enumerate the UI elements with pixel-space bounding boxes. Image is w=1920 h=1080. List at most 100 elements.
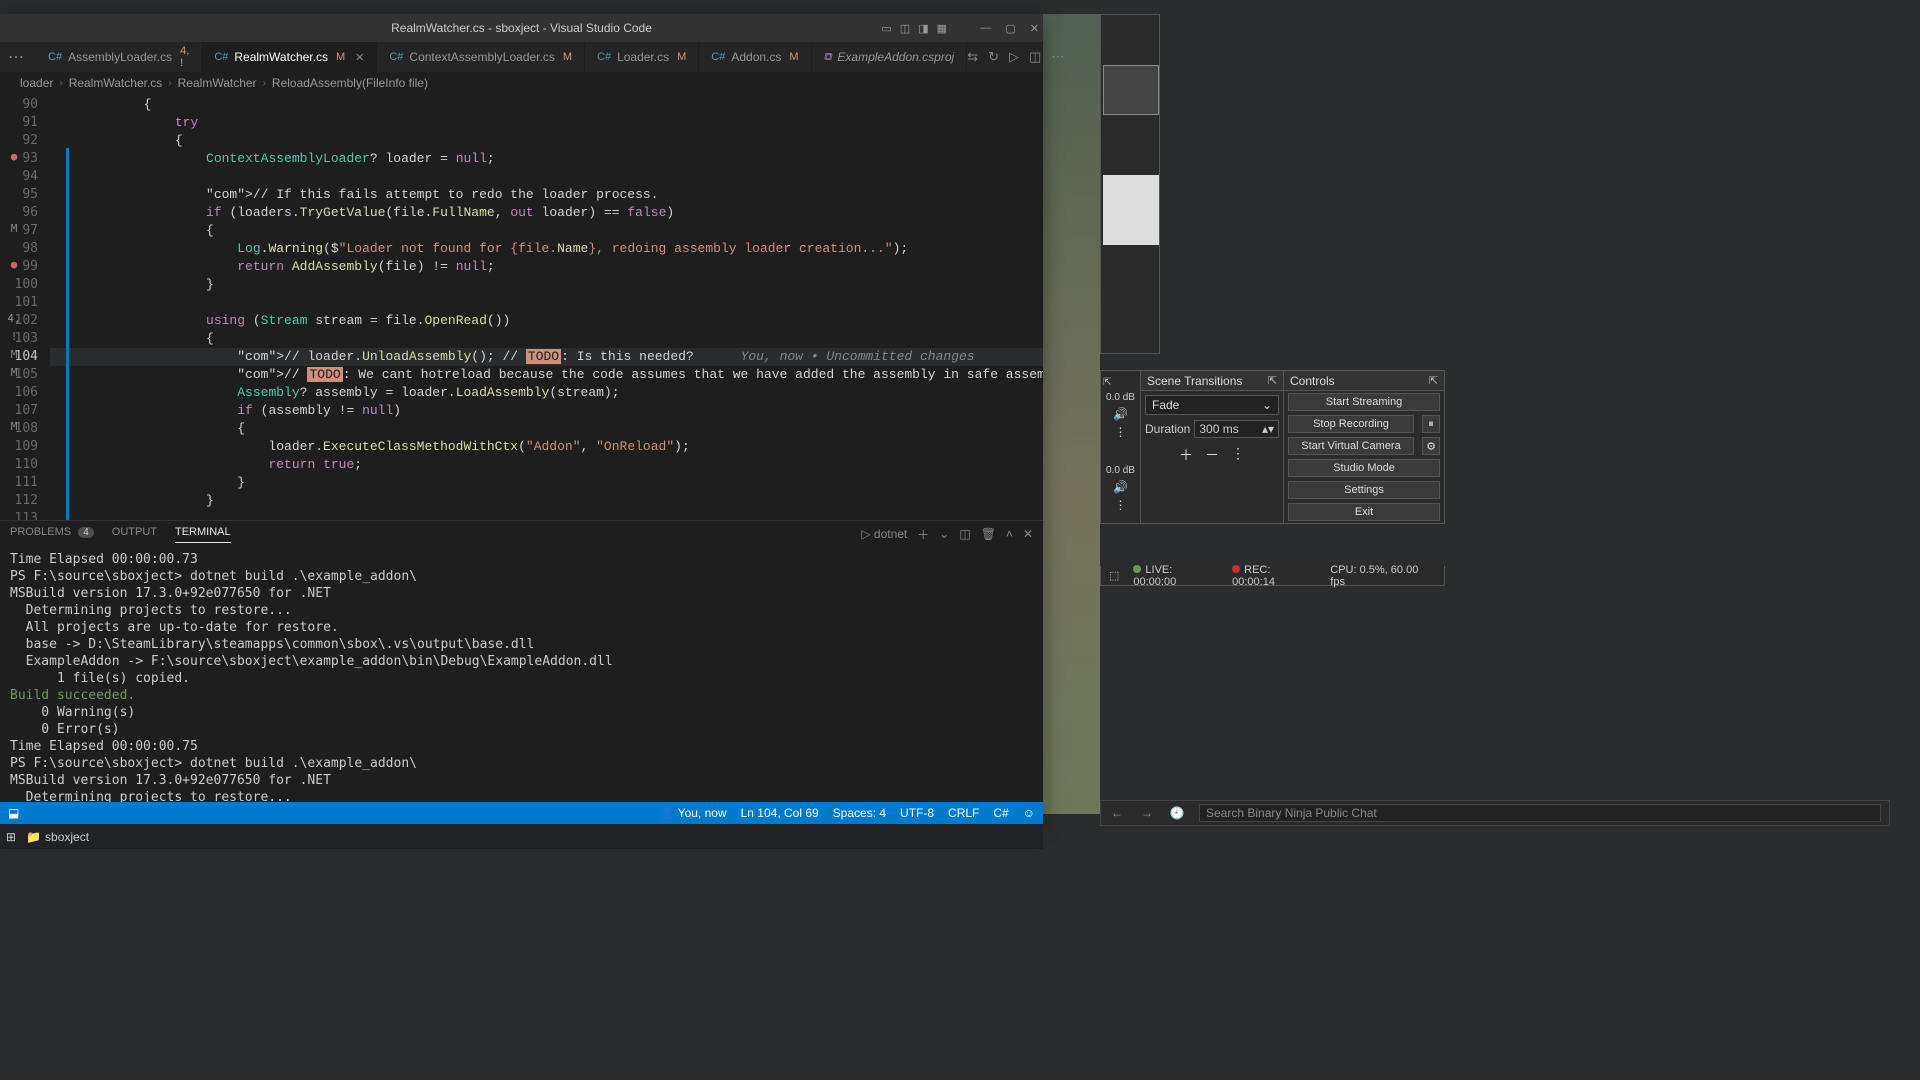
csharp-icon: C# bbox=[48, 51, 62, 63]
minimize-icon[interactable]: — bbox=[980, 22, 991, 34]
remote-icon[interactable]: ⬓ bbox=[8, 806, 19, 820]
history-icon[interactable]: 🕘 bbox=[1169, 805, 1185, 821]
indentation-status[interactable]: Spaces: 4 bbox=[833, 806, 886, 820]
chat-search-input[interactable]: Search Binary Ninja Public Chat bbox=[1199, 804, 1881, 822]
csproj-icon: ⧉ bbox=[824, 51, 832, 64]
settings-button[interactable]: Settings bbox=[1288, 481, 1440, 499]
mixer-db-1: 0.0 dB bbox=[1106, 392, 1135, 403]
eol-status[interactable]: CRLF bbox=[948, 806, 979, 820]
layout-buttons: ▭ ◫ ◨ ▦ bbox=[881, 14, 947, 42]
taskbar-item-sboxject[interactable]: 📁 sboxject bbox=[26, 830, 89, 844]
history-icon[interactable]: ↻ bbox=[988, 49, 999, 65]
start-virtual-camera-button[interactable]: Start Virtual Camera bbox=[1288, 437, 1414, 455]
maximize-panel-icon[interactable]: ˄ bbox=[1006, 527, 1013, 541]
maximize-icon[interactable]: ▢ bbox=[1005, 22, 1015, 35]
close-icon[interactable]: ✕ bbox=[1030, 22, 1039, 35]
dock-pop-icon[interactable]: ⇱ bbox=[1103, 377, 1111, 388]
network-icon: ⬚ bbox=[1109, 569, 1119, 582]
nav-back-icon[interactable]: ← bbox=[1109, 805, 1125, 821]
exit-button[interactable]: Exit bbox=[1288, 503, 1440, 521]
start-streaming-button[interactable]: Start Streaming bbox=[1288, 393, 1440, 411]
tab-close-icon[interactable]: ✕ bbox=[355, 51, 364, 64]
kill-terminal-icon[interactable]: 🗑 bbox=[981, 527, 996, 541]
tab-badge: M bbox=[677, 51, 686, 63]
toggle-sidebar-icon[interactable]: ◫ bbox=[900, 22, 910, 35]
split-terminal-icon[interactable]: ◫ bbox=[959, 527, 970, 541]
language-status[interactable]: C# bbox=[993, 806, 1008, 820]
chevron-right-icon: › bbox=[168, 78, 171, 89]
compare-icon[interactable]: ⇆ bbox=[967, 49, 978, 65]
stop-recording-button[interactable]: Stop Recording bbox=[1288, 415, 1414, 433]
diff-gutter bbox=[66, 94, 69, 520]
customize-layout-icon[interactable]: ▦ bbox=[937, 22, 947, 35]
editor-actions: ⇆ ↻ ▷ ◫ ⋯ bbox=[967, 42, 1074, 72]
dock-pop-icon[interactable]: ⇱ bbox=[1268, 374, 1277, 387]
breadcrumb[interactable]: loader › RealmWatcher.cs › RealmWatcher … bbox=[0, 72, 1043, 94]
duration-spinner[interactable]: 300 ms ▴▾ bbox=[1194, 420, 1279, 438]
csharp-icon: C# bbox=[597, 51, 611, 63]
tab-label: RealmWatcher.cs bbox=[234, 50, 328, 64]
pause-recording-button[interactable]: ⏸ bbox=[1422, 415, 1440, 433]
cpu-status: CPU: 0.5%, 60.00 fps bbox=[1330, 564, 1436, 588]
titlebar[interactable]: RealmWatcher.cs - sboxject - Visual Stud… bbox=[0, 14, 1043, 42]
glyph-margin: ●M●4, !MMM bbox=[2, 94, 26, 520]
tab-label: ExampleAddon.csproj bbox=[837, 50, 954, 64]
statusbar[interactable]: ⬓ 👤 You, now Ln 104, Col 69 Spaces: 4 UT… bbox=[0, 802, 1043, 824]
panel-tab-problems[interactable]: PROBLEMS 4 bbox=[10, 526, 94, 542]
transition-select[interactable]: Fade ⌄ bbox=[1145, 395, 1279, 415]
tab-badge: M bbox=[563, 51, 572, 63]
code-editor[interactable]: { try { ContextAssemblyLoader? loader = … bbox=[50, 94, 1043, 520]
toggle-panel-icon[interactable]: ▭ bbox=[881, 22, 891, 35]
tab-label: ContextAssemblyLoader.cs bbox=[409, 50, 554, 64]
tab-contextassemblyloader[interactable]: C# ContextAssemblyLoader.cs M bbox=[377, 42, 585, 72]
cursor-position[interactable]: Ln 104, Col 69 bbox=[741, 806, 819, 820]
new-terminal-icon[interactable]: ＋ bbox=[917, 526, 929, 543]
tab-loader[interactable]: C# Loader.cs M bbox=[585, 42, 699, 72]
tab-assemblyloader[interactable]: C# AssemblyLoader.cs 4, ! bbox=[36, 42, 202, 72]
blame-status[interactable]: 👤 You, now bbox=[660, 806, 727, 820]
chevron-right-icon: › bbox=[59, 78, 62, 89]
tabbar-overflow-icon[interactable]: ⋯ bbox=[8, 42, 24, 72]
breadcrumb-item[interactable]: RealmWatcher bbox=[178, 76, 257, 90]
tab-realmwatcher[interactable]: C# RealmWatcher.cs M ✕ bbox=[202, 42, 377, 72]
breadcrumb-item[interactable]: ReloadAssembly(FileInfo file) bbox=[272, 76, 428, 90]
terminal[interactable]: Time Elapsed 00:00:00.73PS F:\source\sbo… bbox=[0, 547, 1043, 802]
feedback-icon[interactable]: ☺ bbox=[1023, 806, 1035, 820]
toggle-secondary-icon[interactable]: ◨ bbox=[918, 22, 928, 35]
obs-docks: ⇱ 0.0 dB 🔊 ⋮ 0.0 dB 🔊 ⋮ Scene Transition… bbox=[1100, 370, 1445, 524]
nav-forward-icon[interactable]: → bbox=[1139, 805, 1155, 821]
speaker-icon[interactable]: 🔊 bbox=[1113, 480, 1128, 494]
terminal-dropdown-icon[interactable]: ⌄ bbox=[939, 527, 949, 541]
panel-title: Scene Transitions bbox=[1147, 374, 1242, 388]
breadcrumb-item[interactable]: loader bbox=[20, 76, 53, 90]
add-transition-icon[interactable]: ＋ bbox=[1179, 445, 1193, 465]
controls-panel: Controls ⇱ Start Streaming Stop Recordin… bbox=[1284, 371, 1444, 523]
panel-tab-output[interactable]: OUTPUT bbox=[112, 526, 157, 542]
mixer-menu-icon[interactable]: ⋮ bbox=[1115, 498, 1127, 512]
studio-mode-button[interactable]: Studio Mode bbox=[1288, 459, 1440, 477]
editor-tabbar: ⋯ C# AssemblyLoader.cs 4, ! C# RealmWatc… bbox=[0, 42, 1043, 72]
windows-taskbar[interactable]: ⊞ 📁 sboxject bbox=[0, 824, 1043, 849]
transition-properties-icon[interactable]: ⋮ bbox=[1231, 445, 1245, 465]
tab-label: Addon.cs bbox=[731, 50, 781, 64]
close-panel-icon[interactable]: ✕ bbox=[1023, 527, 1033, 541]
dock-pop-icon[interactable]: ⇱ bbox=[1429, 374, 1438, 387]
taskbar-start[interactable]: ⊞ bbox=[6, 830, 16, 844]
chevron-right-icon: › bbox=[263, 78, 266, 89]
more-icon[interactable]: ⋯ bbox=[1051, 49, 1064, 65]
encoding-status[interactable]: UTF-8 bbox=[900, 806, 934, 820]
remove-transition-icon[interactable]: － bbox=[1205, 445, 1219, 465]
terminal-shell-label[interactable]: ▷ dotnet bbox=[861, 527, 907, 541]
tab-addon[interactable]: C# Addon.cs M bbox=[699, 42, 811, 72]
tab-exampleaddon[interactable]: ⧉ ExampleAddon.csproj bbox=[812, 42, 968, 72]
run-icon[interactable]: ▷ bbox=[1009, 49, 1019, 65]
mixer-menu-icon[interactable]: ⋮ bbox=[1115, 425, 1127, 439]
split-icon[interactable]: ◫ bbox=[1029, 49, 1041, 65]
breadcrumb-item[interactable]: RealmWatcher.cs bbox=[69, 76, 163, 90]
spinner-icon[interactable]: ▴▾ bbox=[1262, 422, 1274, 436]
virtual-camera-settings-button[interactable]: ⚙ bbox=[1422, 437, 1440, 455]
speaker-icon[interactable]: 🔊 bbox=[1113, 407, 1128, 421]
game-background bbox=[1043, 14, 1100, 814]
tab-label: AssemblyLoader.cs bbox=[68, 50, 172, 64]
panel-tab-terminal[interactable]: TERMINAL bbox=[175, 526, 231, 543]
